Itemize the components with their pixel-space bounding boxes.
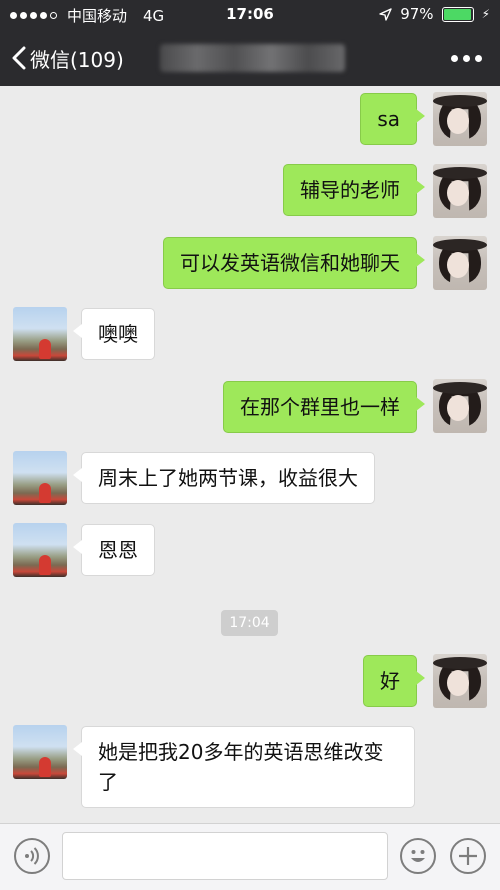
charging-bolt-icon: ⚡ — [481, 7, 490, 21]
avatar-self[interactable] — [433, 92, 487, 146]
battery-percent: 97% — [400, 5, 434, 23]
message-bubble-received[interactable]: 周末上了她两节课，收益很大 — [73, 452, 375, 504]
avatar-contact[interactable] — [13, 523, 67, 577]
chat-input-bar — [0, 823, 500, 890]
message-bubble-sent[interactable]: sa — [360, 93, 425, 145]
battery-icon — [441, 6, 474, 22]
avatar-self[interactable] — [433, 654, 487, 708]
voice-button[interactable] — [14, 838, 50, 874]
more-dots-icon[interactable] — [451, 30, 482, 86]
emoji-button[interactable] — [400, 838, 436, 874]
chevron-left-icon — [12, 46, 26, 70]
status-bar: 中国移动 4G 17:06 97% ⚡ — [0, 0, 500, 30]
chat-title-blurred — [160, 44, 345, 72]
status-right-group: 97% ⚡ — [379, 5, 490, 23]
avatar-self[interactable] — [433, 379, 487, 433]
plus-icon — [459, 847, 477, 865]
message-bubble-received[interactable]: 噢噢 — [73, 308, 155, 360]
message-bubble-sent[interactable]: 好 — [363, 655, 425, 707]
avatar-contact[interactable] — [13, 307, 67, 361]
message-bubble-sent[interactable]: 在那个群里也一样 — [223, 381, 425, 433]
back-button[interactable]: 微信(109) — [12, 30, 124, 86]
message-bubble-received[interactable]: 恩恩 — [73, 524, 155, 576]
emoji-icon — [411, 850, 425, 862]
avatar-contact[interactable] — [13, 451, 67, 505]
message-bubble-sent[interactable]: 辅导的老师 — [283, 164, 425, 216]
avatar-self[interactable] — [433, 164, 487, 218]
voice-icon — [25, 847, 39, 865]
message-bubble-received[interactable]: 她是把我20多年的英语思维改变了 — [73, 726, 415, 808]
message-timestamp: 17:04 — [221, 610, 278, 636]
avatar-self[interactable] — [433, 236, 487, 290]
message-bubble-sent[interactable]: 可以发英语微信和她聊天 — [163, 237, 425, 289]
message-input[interactable] — [62, 832, 388, 880]
location-arrow-icon — [379, 7, 392, 21]
plus-button[interactable] — [450, 838, 486, 874]
chat-nav-bar: 微信(109) — [0, 30, 500, 86]
back-label: 微信(109) — [30, 47, 124, 72]
avatar-contact[interactable] — [13, 725, 67, 779]
